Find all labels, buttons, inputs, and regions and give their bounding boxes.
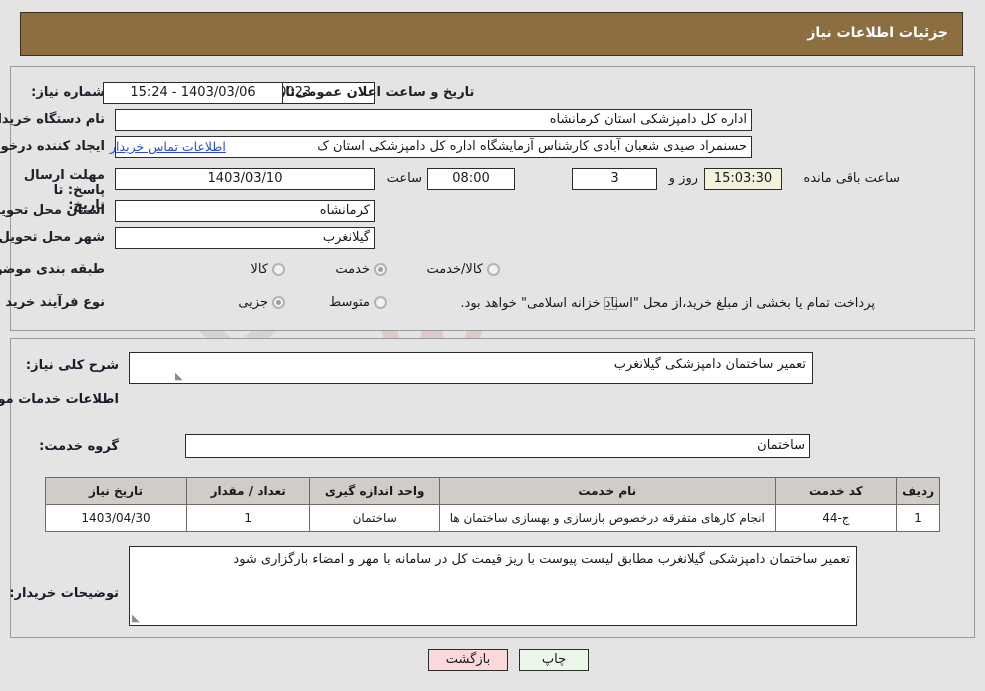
table-header-row: ردیف کد خدمت نام خدمت واحد اندازه گیری ت…: [44, 477, 940, 505]
page-title: جزئیات اطلاعات نیاز: [807, 25, 948, 41]
table-row[interactable]: 1 ج-44 انجام کارهای متفرقه درخصوص بازساز…: [44, 504, 940, 532]
process-radio-motavaset[interactable]: [374, 296, 387, 309]
general-desc-resize-handle[interactable]: ◣: [175, 372, 185, 382]
buyer-contact-link[interactable]: اطلاعات تماس خریدار: [110, 139, 226, 154]
page-root: W AriaTender.ir جزئیات اطلاعات نیاز شمار…: [0, 0, 985, 691]
th-unit: واحد اندازه گیری: [309, 477, 441, 505]
remaining-days-label: روز و: [668, 171, 698, 186]
process-label: نوع فرآیند خرید :: [0, 295, 105, 310]
buyer-org-label: نام دستگاه خریدار:: [0, 112, 105, 127]
buyer-org-field[interactable]: اداره کل دامپزشکی استان کرمانشاه: [115, 109, 752, 131]
category-radio-kala[interactable]: [272, 263, 285, 276]
announce-label-2: تاریخ و ساعت اعلان عمومی:: [290, 85, 475, 100]
category-label: طبقه بندی موضوعی:: [0, 262, 105, 277]
general-desc-box[interactable]: تعمیر ساختمان دامپزشکی گیلانغرب: [129, 352, 813, 384]
buyer-notes-label: توضیحات خریدار:: [9, 586, 119, 601]
need-number-label: شماره نیاز:: [31, 85, 105, 100]
td-unit: ساختمان: [309, 504, 441, 532]
page-header: جزئیات اطلاعات نیاز: [20, 12, 963, 56]
th-date: تاریخ نیاز: [44, 477, 188, 505]
category-radio-khedmat[interactable]: [374, 263, 387, 276]
deadline-time-field[interactable]: 08:00: [427, 168, 515, 190]
category-label-kala-khedmat: کالا/خدمت: [426, 262, 483, 277]
td-date: 1403/04/30: [44, 504, 188, 532]
process-option-motavaset[interactable]: متوسط: [317, 295, 387, 310]
td-name: انجام کارهای متفرقه درخصوص بازسازی و بهس…: [439, 504, 776, 532]
category-radio-kala-khedmat[interactable]: [487, 263, 500, 276]
deadline-date-field[interactable]: 1403/03/10: [115, 168, 375, 190]
services-section-title: اطلاعات خدمات مورد نیاز: [0, 392, 119, 407]
td-code: ج-44: [774, 504, 898, 532]
treasury-note-text: پرداخت تمام یا بخشی از مبلغ خرید،از محل …: [460, 296, 875, 311]
category-label-khedmat: خدمت: [335, 262, 370, 277]
city-label: شهر محل تحویل:: [0, 230, 105, 245]
th-name: نام خدمت: [439, 477, 776, 505]
process-radio-jozi[interactable]: [272, 296, 285, 309]
announce-date-field[interactable]: 1403/03/06 - 15:24: [103, 82, 283, 104]
deadline-time-label: ساعت: [386, 171, 422, 186]
buyer-notes-resize-handle[interactable]: ◣: [132, 614, 142, 624]
th-code: کد خدمت: [774, 477, 898, 505]
category-label-kala: کالا: [250, 262, 268, 277]
td-row: 1: [896, 504, 940, 532]
buyer-notes-box[interactable]: تعمیر ساختمان دامپزشکی گیلانغرب مطابق لی…: [129, 546, 857, 626]
process-option-jozi[interactable]: جزیی: [226, 295, 285, 310]
td-qty: 1: [186, 504, 311, 532]
th-row: ردیف: [896, 477, 940, 505]
need-info-panel: [10, 66, 975, 331]
back-button[interactable]: بازگشت: [428, 649, 508, 671]
remaining-clock-field: 15:03:30: [704, 168, 782, 190]
category-option-kala-khedmat[interactable]: کالا/خدمت: [414, 262, 500, 277]
province-field[interactable]: کرمانشاه: [115, 200, 375, 222]
service-group-field[interactable]: ساختمان: [185, 434, 810, 458]
print-button[interactable]: چاپ: [519, 649, 589, 671]
creator-label: ایجاد کننده درخواست:: [0, 139, 105, 154]
general-desc-label: شرح کلی نیاز:: [25, 358, 119, 373]
category-option-kala[interactable]: کالا: [238, 262, 285, 277]
process-label-jozi: جزیی: [238, 295, 268, 310]
remaining-days-field[interactable]: 3: [572, 168, 657, 190]
services-table: ردیف کد خدمت نام خدمت واحد اندازه گیری ت…: [44, 477, 940, 532]
province-label: استان محل تحویل:: [0, 203, 105, 218]
category-option-khedmat[interactable]: خدمت: [323, 262, 387, 277]
th-qty: تعداد / مقدار: [186, 477, 311, 505]
service-group-label: گروه خدمت:: [39, 439, 119, 454]
city-field[interactable]: گیلانغرب: [115, 227, 375, 249]
process-label-motavaset: متوسط: [329, 295, 370, 310]
remaining-hours-label: ساعت باقی مانده: [803, 171, 900, 186]
